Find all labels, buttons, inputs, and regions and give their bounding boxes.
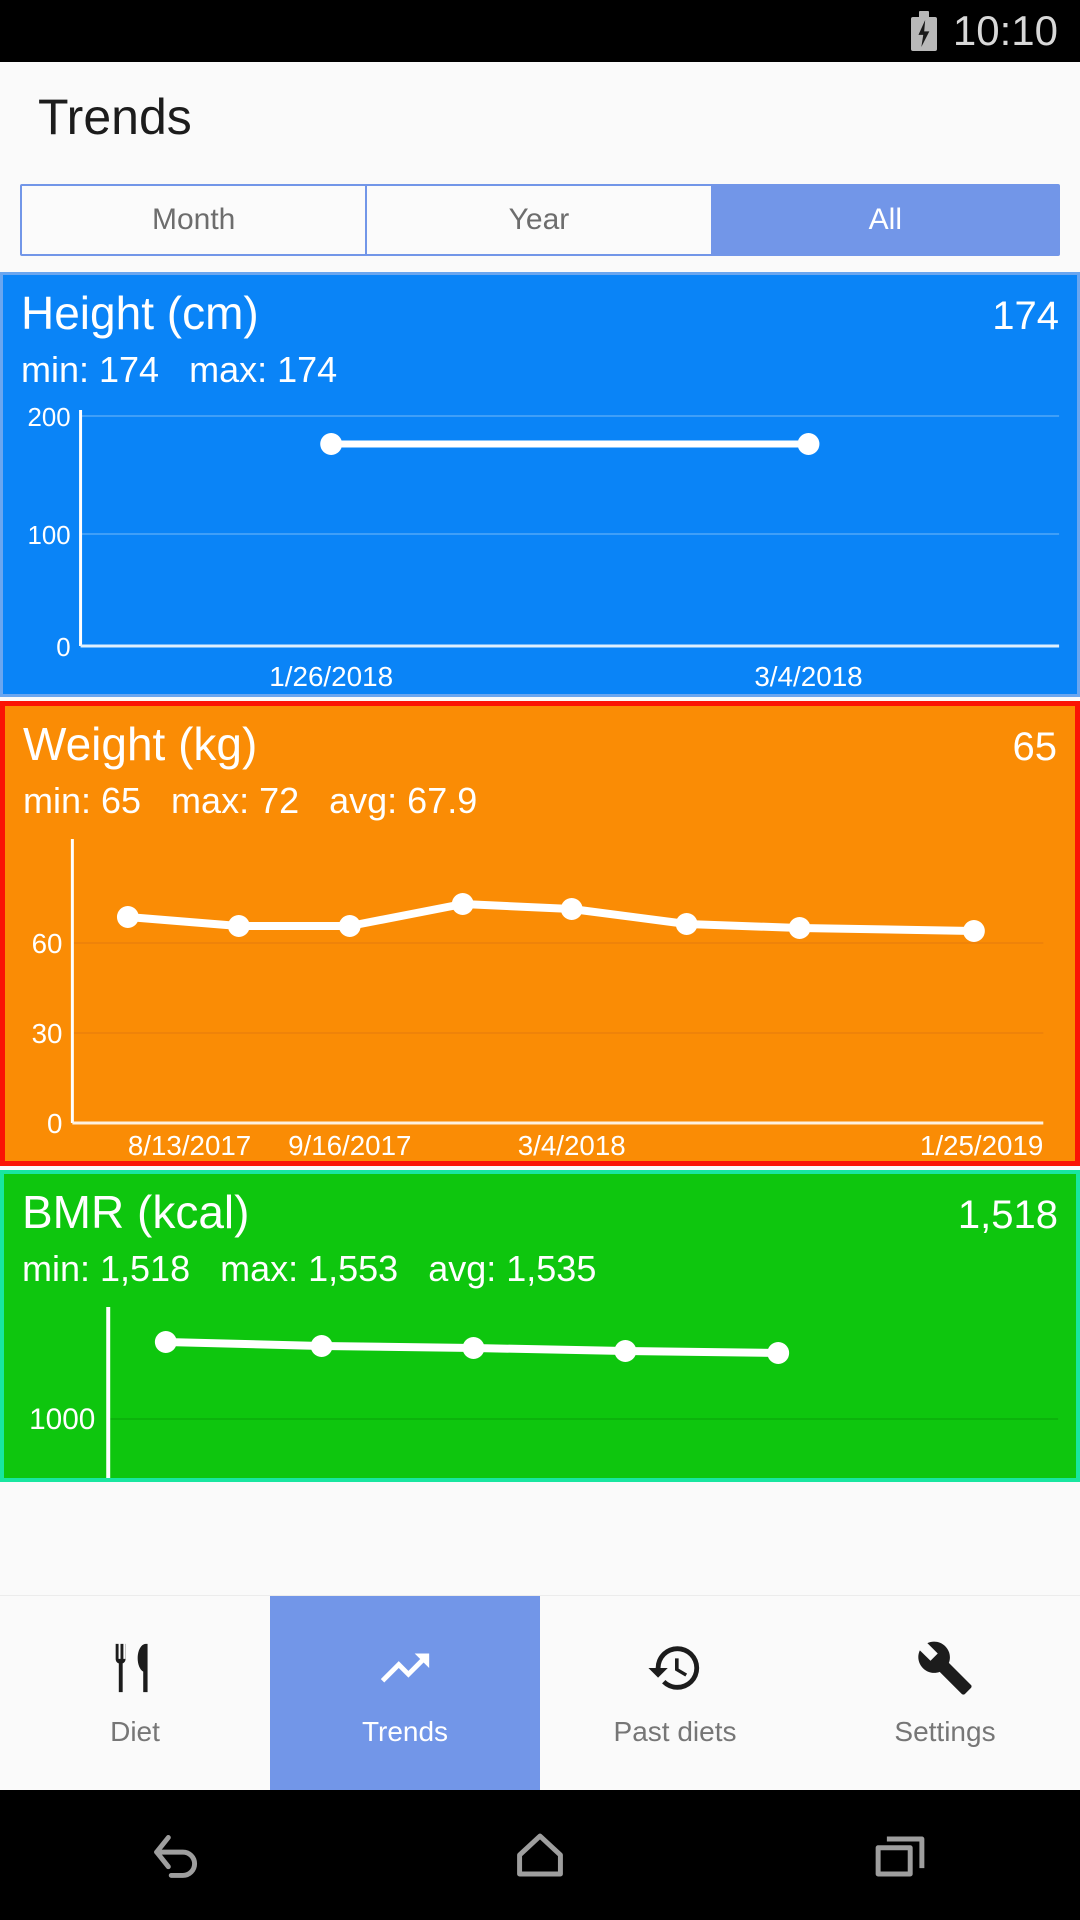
data-point [797, 433, 820, 455]
card-stats-height: min: 174 max: 174 [21, 349, 338, 390]
chart-bmr: 1000 [4, 1293, 1076, 1478]
data-point [963, 920, 985, 942]
trend-card-height[interactable]: Height (cm) 174 min: 174 max: 174 200 10… [0, 272, 1080, 697]
range-option-year[interactable]: Year [367, 186, 713, 254]
card-title-height: Height (cm) [21, 287, 259, 339]
wrench-icon [915, 1638, 975, 1698]
data-point [154, 1331, 177, 1353]
bottom-navigation: Diet Trends Past diets Settings [0, 1595, 1080, 1790]
restaurant-icon [105, 1638, 165, 1698]
page-title: Trends [38, 89, 192, 145]
data-point [310, 1335, 333, 1357]
card-value-weight: 65 [1012, 725, 1058, 769]
nav-item-diet[interactable]: Diet [0, 1596, 270, 1790]
chart-height-svg: 200 100 0 1/26/2018 3/4/2018 [28, 404, 1060, 692]
chart-weight-xtick-b0: 9/14/2017 [177, 1162, 300, 1166]
trend-card-bmr[interactable]: BMR (kcal) 1,518 min: 1,518 max: 1,553 a… [0, 1170, 1080, 1482]
card-stats-weight: min: 65 max: 72 avg: 67.9 [23, 780, 478, 821]
chart-weight-xtick-a2: 3/4/2018 [518, 1130, 626, 1161]
data-point [227, 915, 250, 937]
nav-item-past-diets[interactable]: Past diets [540, 1596, 810, 1790]
data-point [451, 893, 474, 915]
range-option-all[interactable]: All [712, 186, 1058, 254]
nav-label-settings: Settings [894, 1716, 996, 1747]
chart-height-ytick-100: 100 [28, 522, 71, 550]
chart-weight-ytick-60: 60 [32, 928, 63, 959]
data-point [338, 915, 361, 937]
app-screen: 10:10 Trends Month Year All Height (cm) … [0, 0, 1080, 1920]
card-title-weight: Weight (kg) [23, 718, 258, 770]
card-header-weight: Weight (kg) 65 min: 65 max: 72 avg: 67.9 [5, 706, 1075, 825]
card-value-height: 174 [992, 294, 1059, 338]
chart-bmr-ytick-1000: 1000 [29, 1403, 95, 1436]
data-point [767, 1342, 790, 1364]
chart-weight-xtick-a3: 1/25/2019 [920, 1130, 1043, 1161]
chart-weight-svg: 60 30 0 8/13/2017 9/16/2017 3/4/2018 1/2… [32, 839, 1044, 1161]
nav-label-trends: Trends [361, 1716, 449, 1747]
chart-bmr-svg: 1000 [29, 1307, 1059, 1478]
chart-weight-ytick-0: 0 [47, 1108, 62, 1139]
chart-height: 200 100 0 1/26/2018 3/4/2018 [3, 394, 1077, 694]
app-bar: Trends [0, 62, 1080, 172]
card-value-bmr: 1,518 [957, 1193, 1058, 1237]
trend-card-weight[interactable]: Weight (kg) 65 min: 65 max: 72 avg: 67.9… [0, 701, 1080, 1166]
range-option-month[interactable]: Month [22, 186, 368, 254]
system-navigation-bar [0, 1790, 1080, 1920]
nav-item-trends[interactable]: Trends [270, 1596, 540, 1790]
chart-height-xtick-1: 3/4/2018 [754, 661, 862, 692]
history-icon [645, 1638, 705, 1698]
data-point [320, 433, 343, 455]
data-point [560, 898, 583, 920]
chart-height-ytick-200: 200 [28, 404, 71, 432]
chart-weight-xtick-a1: 9/16/2017 [288, 1130, 411, 1161]
status-bar: 10:10 [0, 0, 1080, 62]
card-header-bmr: BMR (kcal) 1,518 min: 1,518 max: 1,553 a… [4, 1174, 1076, 1293]
battery-charging-icon [910, 11, 937, 51]
data-point [788, 917, 811, 939]
card-title-bmr: BMR (kcal) [22, 1186, 250, 1238]
range-selector: Month Year All [20, 184, 1060, 256]
nav-label-diet: Diet [110, 1716, 160, 1747]
nav-label-past-diets: Past diets [613, 1716, 737, 1747]
range-selector-container: Month Year All [0, 172, 1080, 268]
chart-weight-xtick-b1: 1/26/2018 [401, 1162, 524, 1166]
chart-height-xtick-0: 1/26/2018 [269, 661, 393, 692]
back-icon[interactable] [100, 1805, 260, 1905]
home-icon[interactable] [460, 1805, 620, 1905]
status-bar-clock: 10:10 [952, 7, 1058, 54]
data-point [675, 913, 698, 935]
chart-height-ytick-0: 0 [56, 634, 70, 662]
recents-icon[interactable] [820, 1805, 980, 1905]
data-point [614, 1340, 637, 1362]
chart-weight-xtick-b2: 1/20/2019 [625, 1162, 748, 1166]
data-point [462, 1337, 485, 1359]
chart-weight-ytick-30: 30 [32, 1018, 63, 1049]
card-header-height: Height (cm) 174 min: 174 max: 174 [3, 275, 1077, 394]
card-stats-bmr: min: 1,518 max: 1,553 avg: 1,535 [22, 1248, 597, 1289]
chart-weight-xtick-a0: 8/13/2017 [128, 1130, 251, 1161]
trending-up-icon [375, 1638, 435, 1698]
chart-weight: 60 30 0 8/13/2017 9/16/2017 3/4/2018 1/2… [5, 825, 1075, 1161]
nav-item-settings[interactable]: Settings [810, 1596, 1080, 1790]
data-point [116, 906, 139, 928]
trend-card-list: Height (cm) 174 min: 174 max: 174 200 10… [0, 268, 1080, 1595]
